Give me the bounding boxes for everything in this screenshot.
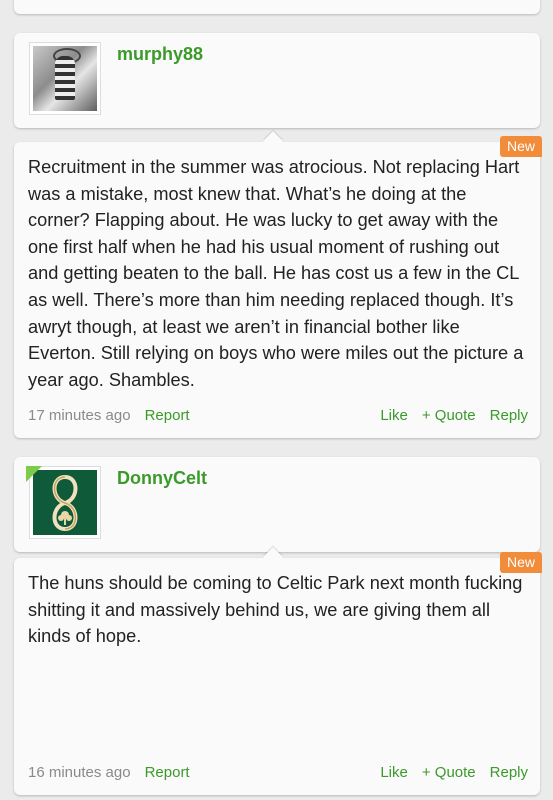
post-footer: 17 minutes ago Report Like + Quote Reply xyxy=(28,407,528,424)
like-button[interactable]: Like xyxy=(380,407,408,424)
quote-button[interactable]: + Quote xyxy=(422,764,476,781)
post-timestamp: 16 minutes ago xyxy=(28,764,131,781)
report-link[interactable]: Report xyxy=(145,407,190,424)
post-timestamp: 17 minutes ago xyxy=(28,407,131,424)
quote-button[interactable]: + Quote xyxy=(422,407,476,424)
post-author-block: DonnyCelt xyxy=(14,457,540,552)
post-body: The huns should be coming to Celtic Park… xyxy=(28,573,523,647)
like-button[interactable]: Like xyxy=(380,764,408,781)
avatar[interactable] xyxy=(29,42,101,115)
speech-notch xyxy=(263,131,283,151)
report-link[interactable]: Report xyxy=(145,764,190,781)
reply-button[interactable]: Reply xyxy=(490,764,528,781)
username[interactable]: murphy88 xyxy=(117,44,203,65)
corner-tag-icon xyxy=(26,466,42,482)
reply-button[interactable]: Reply xyxy=(490,407,528,424)
post-card: New The huns should be coming to Celtic … xyxy=(14,547,542,795)
username[interactable]: DonnyCelt xyxy=(117,468,207,489)
post-card: New Recruitment in the summer was atroci… xyxy=(14,131,542,438)
trophy-photo-icon xyxy=(33,46,97,111)
post-author-block: murphy88 xyxy=(14,33,540,128)
post-body: Recruitment in the summer was atrocious.… xyxy=(28,157,524,390)
celtic-crest-icon xyxy=(33,470,97,535)
previous-post-fragment xyxy=(14,0,540,14)
post-footer: 16 minutes ago Report Like + Quote Reply xyxy=(28,764,528,781)
